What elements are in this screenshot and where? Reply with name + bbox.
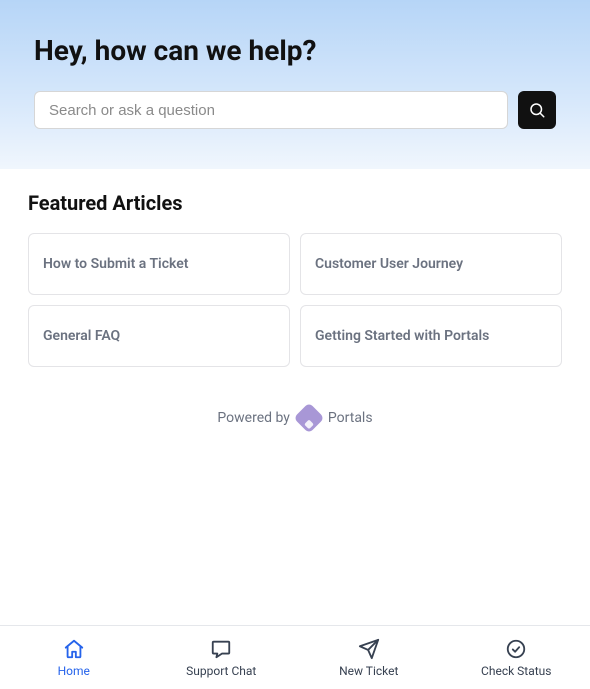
article-title: Customer User Journey [315,256,547,272]
article-title: Getting Started with Portals [315,328,547,344]
tab-check-status[interactable]: Check Status [443,626,590,689]
tab-label: Check Status [481,664,551,678]
hero-section: Hey, how can we help? [0,0,590,169]
tab-label: Support Chat [186,664,256,678]
send-icon [358,638,380,660]
search-row [34,91,556,129]
search-button[interactable] [518,91,556,129]
article-title: How to Submit a Ticket [43,256,275,272]
article-card[interactable]: Getting Started with Portals [300,305,562,367]
article-card[interactable]: Customer User Journey [300,233,562,295]
powered-by: Powered by Portals [28,407,562,429]
check-status-icon [505,638,527,660]
tab-new-ticket[interactable]: New Ticket [295,626,443,689]
powered-prefix: Powered by [217,410,290,426]
hero-title: Hey, how can we help? [34,34,556,67]
bottom-tabbar: Home Support Chat New Ticket Check Statu… [0,625,590,689]
spacer [0,429,590,625]
tab-home[interactable]: Home [0,626,148,689]
article-card[interactable]: General FAQ [28,305,290,367]
content-section: Featured Articles How to Submit a Ticket… [0,169,590,429]
tab-label: New Ticket [339,664,398,678]
search-input[interactable] [34,91,508,129]
tab-label: Home [58,664,90,678]
article-title: General FAQ [43,328,275,344]
featured-heading: Featured Articles [28,191,562,215]
search-icon [528,101,546,119]
home-icon [63,638,85,660]
article-card[interactable]: How to Submit a Ticket [28,233,290,295]
powered-brand: Portals [328,410,373,426]
tab-support-chat[interactable]: Support Chat [148,626,296,689]
chat-icon [210,638,232,660]
featured-grid: How to Submit a Ticket Customer User Jou… [28,233,562,367]
